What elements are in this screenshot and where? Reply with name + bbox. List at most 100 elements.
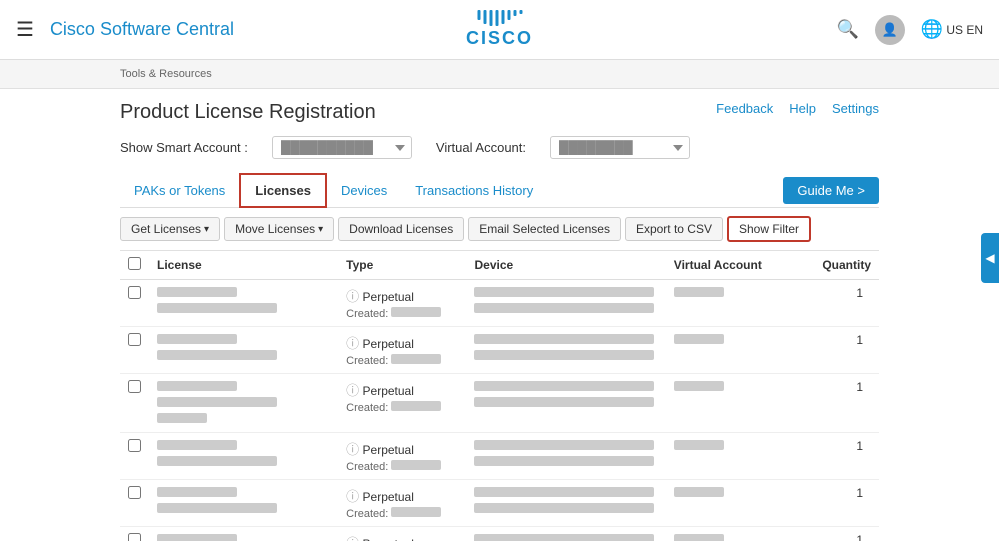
tab-paks-tokens[interactable]: PAKs or Tokens — [120, 175, 239, 206]
show-filter-button[interactable]: Show Filter — [727, 216, 811, 242]
device-name-blurred — [474, 534, 654, 541]
virtual-account-select[interactable]: ████████ — [550, 136, 690, 159]
row-checkbox[interactable] — [128, 439, 141, 452]
tab-devices[interactable]: Devices — [327, 175, 401, 206]
row-license-cell — [149, 280, 338, 327]
type-created: Created: — [346, 307, 458, 320]
info-icon: ⓘ — [346, 336, 359, 351]
virtual-account-blurred — [674, 534, 724, 541]
bar3 — [489, 10, 492, 26]
type-created: Created: — [346, 460, 458, 473]
bar1 — [477, 10, 480, 20]
feedback-link[interactable]: Feedback — [716, 101, 773, 116]
avatar[interactable]: 👤 — [875, 15, 905, 45]
row-checkbox[interactable] — [128, 533, 141, 541]
virtual-account-blurred — [674, 487, 724, 497]
license-detail-blurred — [157, 503, 277, 513]
smart-account-label: Show Smart Account : — [120, 140, 248, 155]
row-quantity-cell: 1 — [802, 527, 879, 541]
settings-link[interactable]: Settings — [832, 101, 879, 116]
table-row: ⓘ Perpetual Created: 1 — [120, 480, 879, 527]
row-type-cell: ⓘ Perpetual Created: — [338, 327, 466, 374]
license-detail-blurred — [157, 303, 277, 313]
app-title: Cisco Software Central — [50, 19, 234, 40]
get-licenses-button[interactable]: Get Licenses ▾ — [120, 217, 220, 241]
page-content: Product License Registration Feedback He… — [0, 89, 999, 541]
col-header-license: License — [149, 251, 338, 280]
table-row: ⓘ Perpetual Created: 1 — [120, 374, 879, 433]
device-name-blurred — [474, 381, 654, 391]
table-row: ⓘ Perpetual Created: 1 — [120, 327, 879, 374]
device-name-blurred — [474, 440, 654, 450]
right-panel-handle[interactable]: ◀ — [981, 233, 999, 283]
type-label: Perpetual — [363, 290, 414, 304]
page-title: Product License Registration — [120, 101, 376, 124]
row-type-cell: ⓘ Perpetual Created: — [338, 527, 466, 541]
row-checkbox[interactable] — [128, 380, 141, 393]
row-virtual-account-cell — [666, 480, 802, 527]
col-header-type: Type — [338, 251, 466, 280]
globe-icon: 🌐 — [921, 19, 943, 40]
download-licenses-button[interactable]: Download Licenses — [338, 217, 464, 241]
quantity-value: 1 — [856, 333, 863, 347]
select-all-checkbox[interactable] — [128, 257, 141, 270]
device-name-blurred — [474, 487, 654, 497]
row-license-cell — [149, 480, 338, 527]
bar5 — [501, 10, 504, 24]
menu-icon[interactable]: ☰ — [16, 20, 34, 40]
tabs-row: PAKs or Tokens Licenses Devices Transact… — [120, 173, 879, 208]
license-name-blurred — [157, 334, 237, 344]
license-name-blurred — [157, 287, 237, 297]
move-licenses-button[interactable]: Move Licenses ▾ — [224, 217, 334, 241]
row-license-cell — [149, 433, 338, 480]
device-detail-blurred — [474, 397, 654, 407]
row-checkbox[interactable] — [128, 486, 141, 499]
tab-transactions-history[interactable]: Transactions History — [401, 175, 547, 206]
search-icon[interactable]: 🔍 — [836, 19, 858, 40]
table-row: ⓘ Perpetual Created: 1 — [120, 527, 879, 541]
header: ☰ Cisco Software Central CISCO 🔍 👤 🌐 US … — [0, 0, 999, 60]
col-header-quantity: Quantity — [802, 251, 879, 280]
row-checkbox[interactable] — [128, 333, 141, 346]
device-name-blurred — [474, 287, 654, 297]
help-link[interactable]: Help — [789, 101, 816, 116]
row-virtual-account-cell — [666, 527, 802, 541]
move-licenses-dropdown-icon: ▾ — [318, 224, 323, 235]
row-quantity-cell: 1 — [802, 374, 879, 433]
guide-me-button[interactable]: Guide Me > — [783, 177, 879, 204]
row-type-cell: ⓘ Perpetual Created: — [338, 374, 466, 433]
row-checkbox[interactable] — [128, 286, 141, 299]
language-selector[interactable]: 🌐 US EN — [921, 19, 983, 40]
license-detail-blurred — [157, 456, 277, 466]
row-license-cell — [149, 327, 338, 374]
quantity-value: 1 — [856, 439, 863, 453]
info-icon: ⓘ — [346, 536, 359, 541]
info-icon: ⓘ — [346, 442, 359, 457]
row-virtual-account-cell — [666, 327, 802, 374]
export-csv-button[interactable]: Export to CSV — [625, 217, 723, 241]
quantity-value: 1 — [856, 286, 863, 300]
device-detail-blurred — [474, 456, 654, 466]
header-right: 🔍 👤 🌐 US EN — [836, 15, 983, 45]
license-name-blurred — [157, 534, 237, 541]
email-licenses-button[interactable]: Email Selected Licenses — [468, 217, 621, 241]
tab-licenses[interactable]: Licenses — [239, 173, 327, 208]
virtual-account-blurred — [674, 287, 724, 297]
cisco-bars — [477, 10, 522, 26]
page-header-row: Product License Registration Feedback He… — [120, 101, 879, 124]
col-header-checkbox — [120, 251, 149, 280]
account-row: Show Smart Account : ██████████ Virtual … — [120, 136, 879, 159]
info-icon: ⓘ — [346, 289, 359, 304]
virtual-account-label: Virtual Account: — [436, 140, 526, 155]
smart-account-select[interactable]: ██████████ — [272, 136, 412, 159]
row-license-cell — [149, 374, 338, 433]
bar8 — [519, 10, 522, 14]
breadcrumb: Tools & Resources — [0, 60, 999, 89]
col-header-device: Device — [466, 251, 665, 280]
cisco-text: CISCO — [466, 28, 533, 49]
device-name-blurred — [474, 334, 654, 344]
table-header-row: License Type Device Virtual Account Quan… — [120, 251, 879, 280]
row-quantity-cell: 1 — [802, 433, 879, 480]
license-detail-blurred — [157, 397, 277, 407]
quantity-value: 1 — [856, 380, 863, 394]
